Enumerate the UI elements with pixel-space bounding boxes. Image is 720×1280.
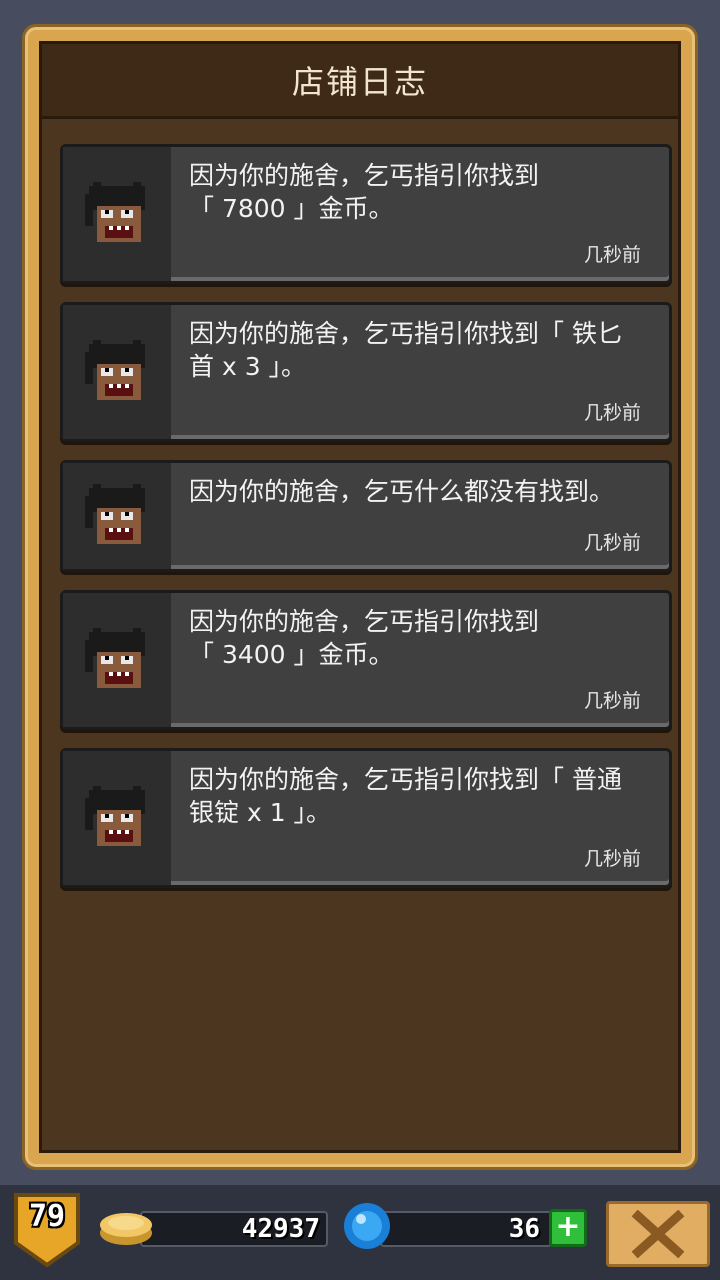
beggar-portrait-icon: [63, 751, 171, 885]
panel-title: 店铺日志: [291, 63, 428, 101]
beggar-portrait-icon: [63, 305, 171, 439]
gold-coin-icon: [100, 1213, 152, 1245]
gem-amount: 36: [508, 1214, 540, 1244]
log-entry: 因为你的施舍，乞丐指引你找到 「 7800 」金币。 几秒前: [60, 144, 672, 284]
beggar-portrait-icon: [63, 463, 171, 569]
log-time: 几秒前: [583, 244, 641, 266]
log-message: 因为你的施舍，乞丐指引你找到「 铁匕 首 x 3 」。: [189, 319, 622, 381]
beggar-portrait-icon: [63, 147, 171, 281]
level-badge[interactable]: 79: [12, 1191, 82, 1269]
log-time: 几秒前: [583, 690, 641, 712]
log-message: 因为你的施舍，乞丐指引你找到「 普通 银锭 x 1 」。: [189, 765, 622, 827]
log-time: 几秒前: [583, 848, 641, 870]
panel-inner: 店铺日志 因为你的施舍，乞丐指引你找到 「 7800 」金币。 几秒前 因为你的…: [39, 41, 681, 1153]
close-x-icon: [631, 1210, 685, 1258]
log-message: 因为你的施舍，乞丐指引你找到 「 3400 」金币。: [189, 607, 540, 669]
plus-icon: +: [555, 1209, 581, 1244]
log-entry: 因为你的施舍，乞丐什么都没有找到。 几秒前: [60, 460, 672, 572]
log-entry: 因为你的施舍，乞丐指引你找到「 铁匕 首 x 3 」。 几秒前: [60, 302, 672, 442]
log-time: 几秒前: [583, 532, 641, 554]
log-entry: 因为你的施舍，乞丐指引你找到 「 3400 」金币。 几秒前: [60, 590, 672, 730]
log-message: 因为你的施舍，乞丐指引你找到 「 7800 」金币。: [189, 161, 540, 223]
gold-amount: 42937: [241, 1214, 320, 1244]
level-number: 79: [28, 1199, 66, 1234]
beggar-portrait-icon: [63, 593, 171, 727]
log-message: 因为你的施舍，乞丐什么都没有找到。: [189, 477, 615, 506]
log-entry: 因为你的施舍，乞丐指引你找到「 普通 银锭 x 1 」。 几秒前: [60, 748, 672, 888]
currency-bar: 79 42937 36 +: [0, 1185, 720, 1280]
shop-log-panel: 店铺日志 因为你的施舍，乞丐指引你找到 「 7800 」金币。 几秒前 因为你的…: [22, 24, 698, 1170]
log-list: 因为你的施舍，乞丐指引你找到 「 7800 」金币。 几秒前 因为你的施舍，乞丐…: [60, 144, 672, 906]
blue-gem-icon: [344, 1203, 390, 1249]
add-gems-button[interactable]: +: [549, 1209, 587, 1247]
gem-counter: 36: [380, 1211, 552, 1247]
close-button[interactable]: [606, 1201, 710, 1267]
panel-header: 店铺日志: [42, 44, 678, 119]
log-time: 几秒前: [583, 402, 641, 424]
gold-counter: 42937: [140, 1211, 328, 1247]
